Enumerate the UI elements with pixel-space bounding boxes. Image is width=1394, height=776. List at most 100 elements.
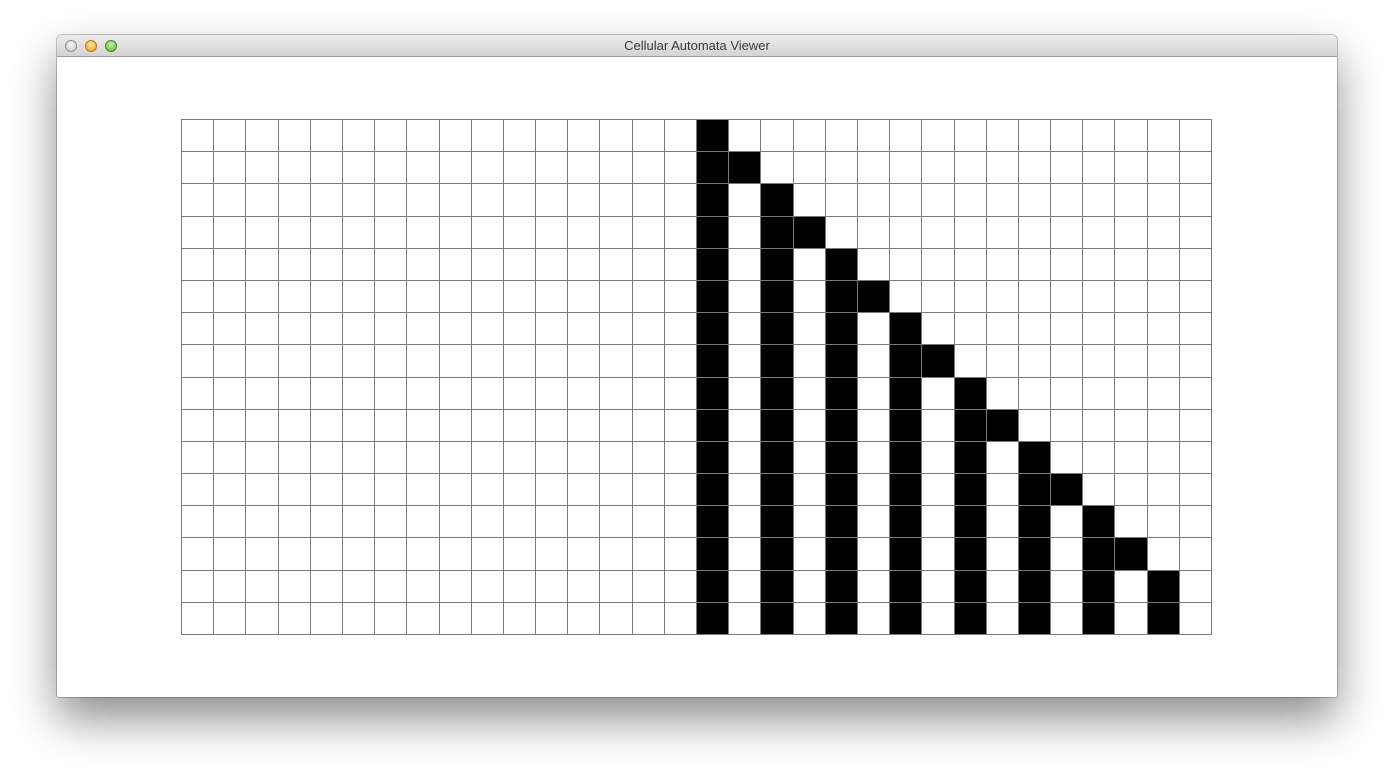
cell-dead (1050, 601, 1083, 634)
cell-dead (470, 344, 503, 377)
cell-dead (535, 505, 568, 538)
cell-dead (1114, 408, 1147, 441)
app-window: Cellular Automata Viewer (57, 35, 1337, 697)
cell-alive (1114, 537, 1147, 570)
cell-alive (760, 408, 793, 441)
cell-alive (760, 247, 793, 280)
cell-dead (663, 601, 696, 634)
cell-dead (213, 376, 246, 409)
cell-dead (181, 569, 214, 602)
cell-dead (1082, 183, 1115, 216)
cell-dead (953, 119, 986, 152)
cell-dead (535, 183, 568, 216)
cell-dead (663, 151, 696, 184)
cell-dead (181, 440, 214, 474)
cell-dead (406, 408, 439, 441)
cell-dead (567, 537, 600, 570)
cell-dead (277, 151, 310, 184)
cell-dead (406, 279, 439, 313)
cell-dead (1178, 215, 1211, 248)
cell-dead (1178, 183, 1211, 216)
cell-dead (728, 537, 761, 570)
cell-dead (374, 247, 407, 280)
cell-dead (599, 247, 632, 280)
cell-dead (1146, 279, 1179, 313)
cell-alive (824, 376, 857, 409)
cell-alive (889, 408, 922, 441)
cell-dead (921, 279, 954, 313)
cell-dead (438, 505, 471, 538)
cell-alive (1017, 473, 1051, 506)
cell-dead (1017, 119, 1051, 152)
cell-alive (953, 440, 986, 474)
cell-dead (277, 312, 310, 345)
cell-dead (181, 279, 214, 313)
cell-dead (341, 215, 375, 248)
cell-dead (213, 151, 246, 184)
cell-alive (1017, 537, 1051, 570)
cell-dead (181, 473, 214, 506)
cell-dead (438, 408, 471, 441)
cell-dead (567, 247, 600, 280)
cell-dead (889, 119, 922, 152)
cell-dead (1082, 247, 1115, 280)
cell-alive (1017, 569, 1051, 602)
cell-dead (1146, 505, 1179, 538)
cell-alive (953, 376, 986, 409)
cell-dead (1082, 344, 1115, 377)
cell-alive (1082, 601, 1115, 634)
cell-dead (792, 247, 825, 280)
cell-alive (696, 376, 729, 409)
cell-dead (663, 215, 696, 248)
cell-dead (213, 601, 246, 634)
cell-dead (502, 569, 536, 602)
cell-dead (374, 344, 407, 377)
cell-dead (1017, 247, 1051, 280)
cell-dead (889, 183, 922, 216)
cell-dead (1050, 376, 1083, 409)
cell-dead (792, 505, 825, 538)
cell-dead (374, 408, 407, 441)
cell-dead (599, 279, 632, 313)
cell-dead (1146, 537, 1179, 570)
cell-alive (824, 440, 857, 474)
cell-alive (696, 601, 729, 634)
cell-dead (341, 408, 375, 441)
title-bar[interactable]: Cellular Automata Viewer (57, 35, 1337, 57)
cell-dead (502, 344, 536, 377)
cell-dead (599, 601, 632, 634)
cell-dead (277, 505, 310, 538)
cell-alive (696, 279, 729, 313)
cell-dead (792, 151, 825, 184)
cell-dead (985, 344, 1018, 377)
cell-dead (1146, 440, 1179, 474)
cell-dead (1017, 279, 1051, 313)
cell-dead (502, 601, 536, 634)
cell-dead (1146, 151, 1179, 184)
cell-dead (921, 440, 954, 474)
cell-dead (438, 151, 471, 184)
cell-dead (1178, 601, 1211, 634)
cell-dead (374, 473, 407, 506)
cell-dead (277, 183, 310, 216)
cell-dead (953, 183, 986, 216)
cell-alive (824, 312, 857, 345)
cell-dead (1178, 247, 1211, 280)
cell-dead (1146, 215, 1179, 248)
cell-dead (341, 151, 375, 184)
cell-dead (374, 183, 407, 216)
cell-dead (309, 183, 342, 216)
cell-dead (502, 151, 536, 184)
cell-dead (502, 473, 536, 506)
cell-dead (374, 151, 407, 184)
cell-dead (1017, 183, 1051, 216)
cell-dead (1114, 247, 1147, 280)
cell-alive (953, 408, 986, 441)
cell-dead (309, 408, 342, 441)
cell-dead (663, 344, 696, 377)
cell-dead (728, 440, 761, 474)
cell-dead (921, 537, 954, 570)
cell-dead (438, 183, 471, 216)
cell-dead (181, 376, 214, 409)
cell-dead (985, 119, 1018, 152)
